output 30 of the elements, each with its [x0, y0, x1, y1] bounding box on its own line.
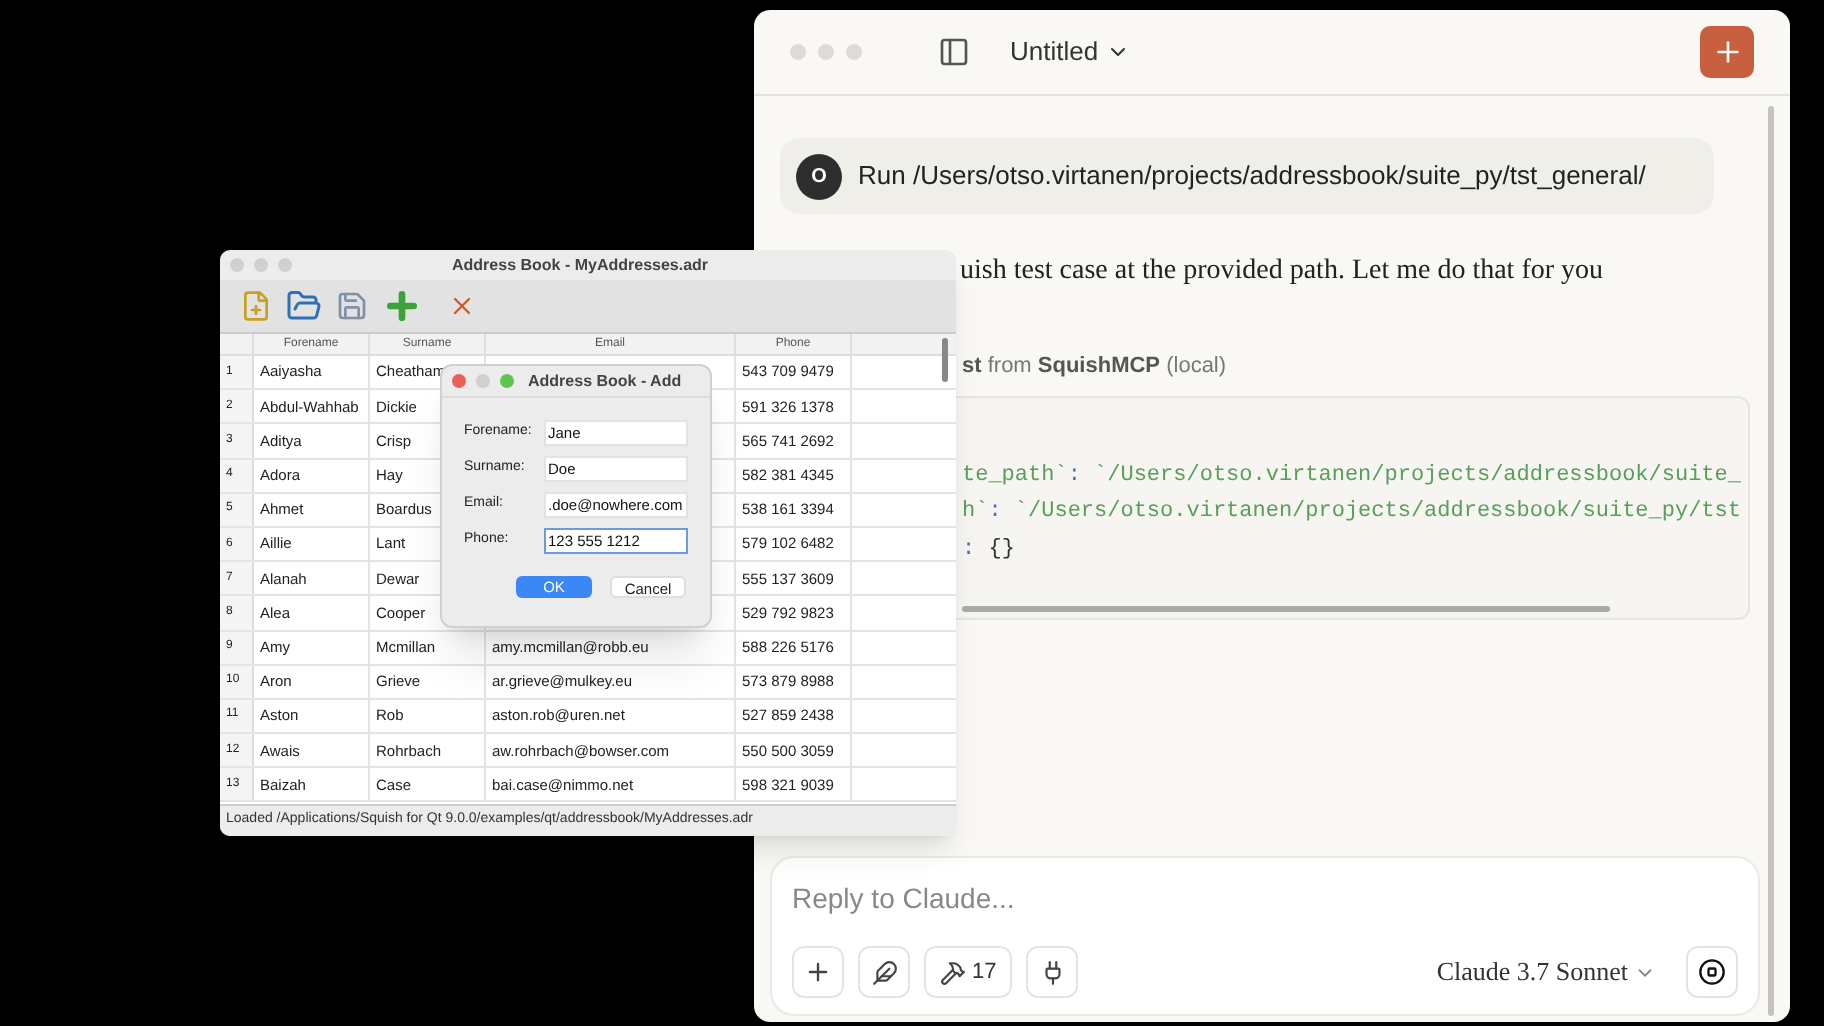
attach-button[interactable] — [792, 946, 844, 998]
code-line: : {} — [962, 535, 1017, 565]
plus-icon — [1711, 36, 1743, 68]
style-button[interactable] — [858, 946, 910, 998]
message-text: Run /Users/otso.virtanen/projects/addressbook/suite_py/tst_general/ — [858, 158, 1646, 195]
code-line: h`: `/Users/otso.virtanen/projects/addressbook/suite_py/tst — [962, 498, 1743, 528]
feather-icon — [871, 959, 897, 985]
tools-button[interactable]: 17 — [924, 946, 1013, 998]
sidebar-icon[interactable] — [938, 36, 970, 68]
plug-icon — [1039, 959, 1066, 985]
assistant-text: uish test case at the provided path. Let me do that for you — [960, 254, 1606, 290]
add-icon[interactable] — [382, 286, 422, 326]
tool-call-label: st from SquishMCP (local) — [962, 352, 1229, 382]
code-line: te_path`: `/Users/otso.virtanen/projects/addressbook/suite_ — [962, 461, 1743, 491]
plus-icon — [804, 958, 832, 986]
folder-icon[interactable] — [286, 288, 322, 324]
integrations-button[interactable] — [1026, 946, 1079, 998]
delete-icon[interactable] — [448, 292, 476, 320]
window-title: Address Book - MyAddresses.adr — [452, 253, 709, 277]
save-icon[interactable] — [336, 290, 368, 322]
dialog-title: Address Book - Add — [528, 369, 682, 393]
title-dropdown[interactable]: Untitled — [1010, 32, 1131, 72]
new-file-icon[interactable] — [240, 290, 272, 322]
user-avatar: O — [796, 153, 842, 199]
stop-icon — [1698, 958, 1726, 986]
new-chat-button[interactable] — [1700, 26, 1754, 78]
stop-button[interactable] — [1686, 946, 1738, 998]
hammer-icon — [940, 959, 966, 985]
model-selector[interactable]: Claude 3.7 Sonnet — [1436, 952, 1656, 992]
reply-input[interactable]: Reply to Claude... — [792, 878, 1392, 920]
